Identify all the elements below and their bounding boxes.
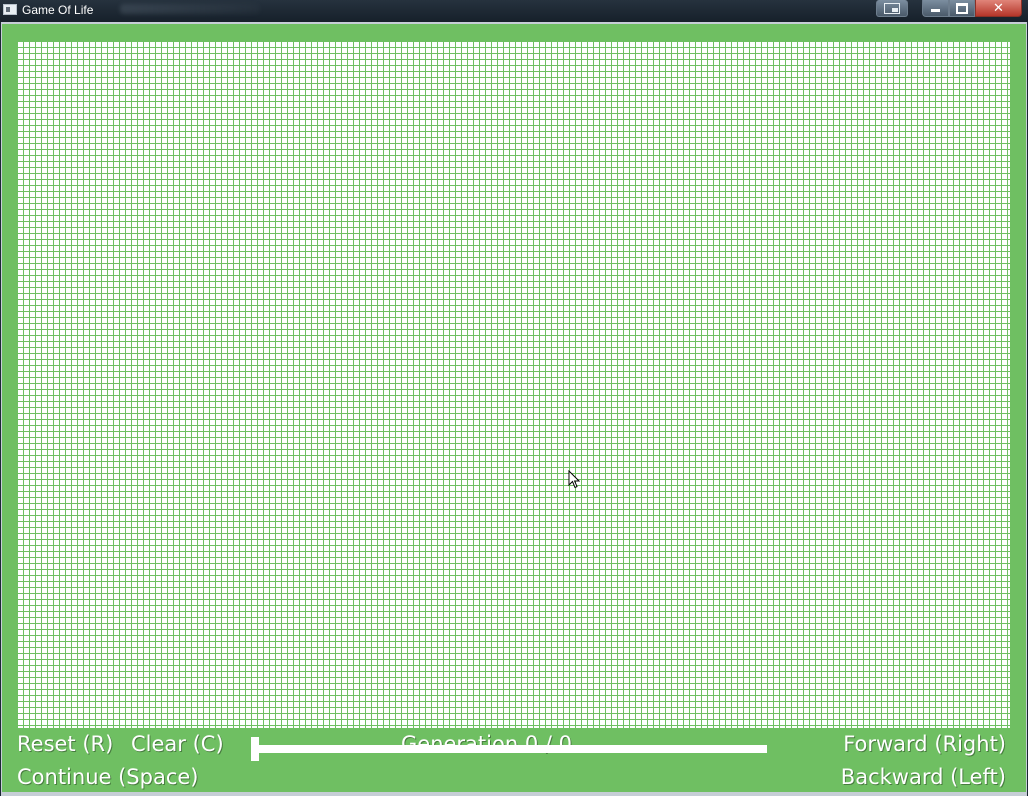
life-grid[interactable] [17,41,1010,728]
switch-window-icon [884,2,900,14]
generation-slider-track[interactable] [252,745,767,753]
app-icon [3,4,17,15]
continue-control[interactable]: Continue (Space) [17,764,198,790]
window-title: Game Of Life [22,3,94,17]
game-client-area: Reset (R) Clear (C) Continue (Space) Gen… [2,24,1026,792]
generation-slider-handle[interactable] [251,737,259,761]
forward-control[interactable]: Forward (Right) [843,731,1006,757]
maximize-icon [956,2,968,14]
close-icon: ✕ [993,0,1004,16]
clear-control[interactable]: Clear (C) [131,731,224,757]
generation-counter: Generation 0 / 0 [401,732,572,756]
reset-control[interactable]: Reset (R) [17,731,113,757]
close-button[interactable]: ✕ [975,0,1022,17]
switch-window-button[interactable] [876,0,908,17]
minimize-button[interactable] [922,0,949,17]
minimize-icon [931,9,940,12]
title-bar: Game Of Life ✕ [0,0,1028,22]
mouse-cursor-icon [568,470,580,489]
title-bar-blur [120,4,260,14]
maximize-button[interactable] [949,0,975,17]
backward-control[interactable]: Backward (Left) [841,764,1006,790]
